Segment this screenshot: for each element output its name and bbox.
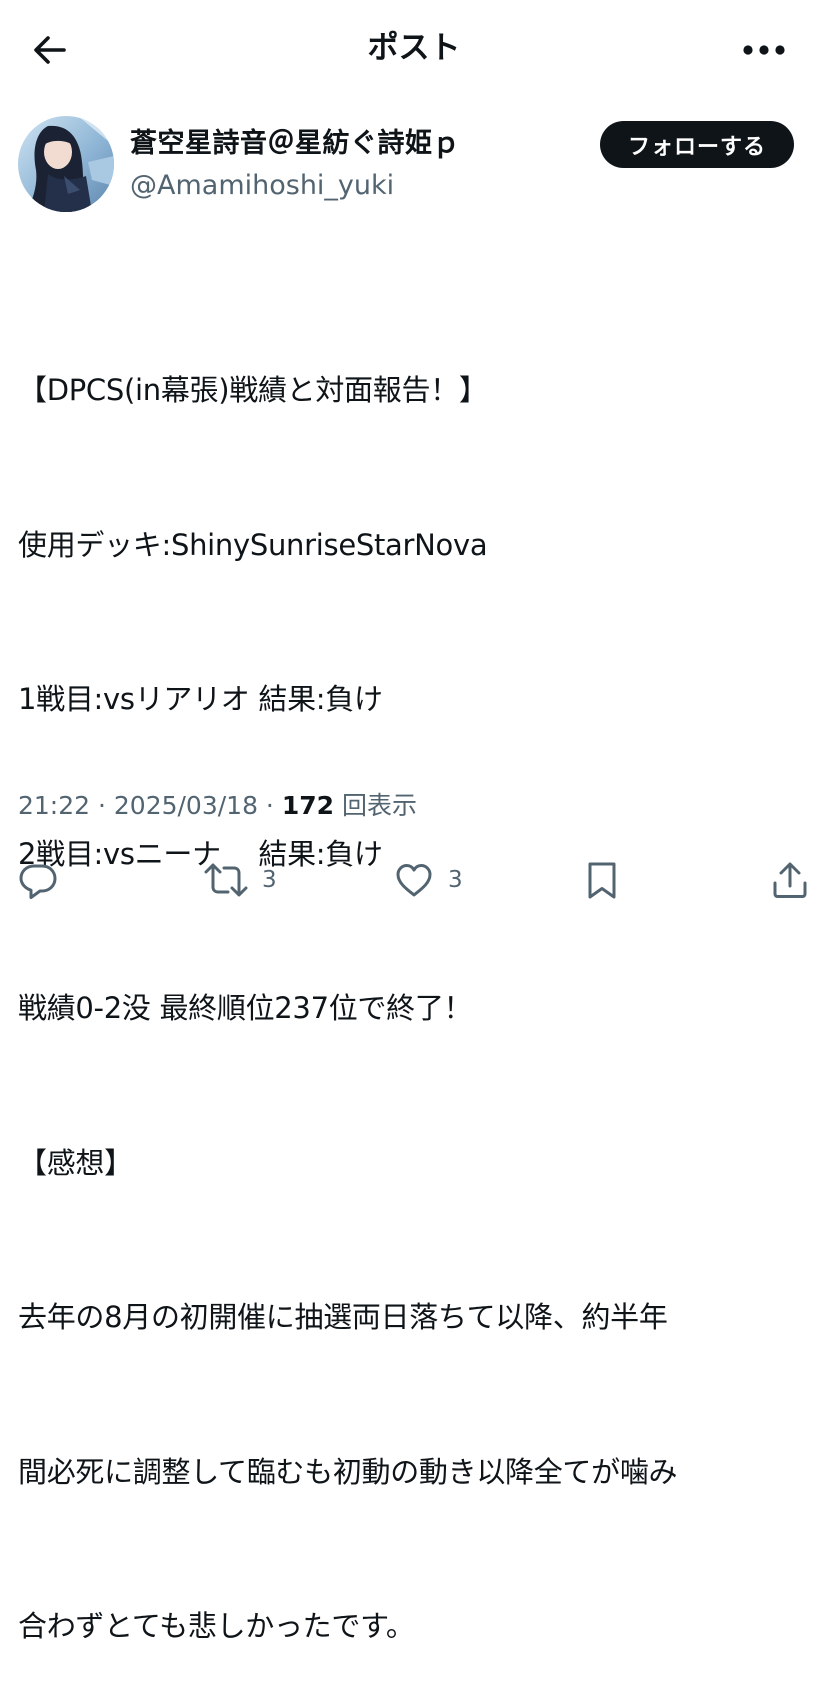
post-time[interactable]: 21:22 (18, 791, 90, 820)
share-button[interactable] (770, 850, 810, 910)
page-title: ポスト (367, 30, 461, 66)
more-horizontal-icon (742, 44, 786, 56)
reply-button[interactable] (18, 850, 72, 910)
post-line: 戦績0-2没 最終順位237位で終了！ (18, 991, 473, 1025)
repost-button[interactable]: 3 (204, 850, 277, 910)
author-handle[interactable]: @Amamihoshi_yuki (130, 166, 394, 206)
post-text: 【DPCS(in幕張)戦績と対面報告！】 使用デッキ:ShinySunriseS… (18, 262, 808, 1704)
post-line: 【感想】 (18, 1145, 133, 1180)
like-button[interactable]: 3 (394, 850, 463, 910)
repost-count: 3 (262, 867, 277, 893)
repost-icon (204, 860, 248, 900)
author-display-name[interactable]: 蒼空星詩音＠星紡ぐ詩姫ｐ (130, 124, 460, 164)
heart-icon (394, 860, 434, 900)
bookmark-button[interactable] (584, 850, 620, 910)
more-options-button[interactable] (734, 22, 794, 78)
reply-icon (18, 860, 58, 900)
avatar[interactable] (18, 116, 114, 212)
action-bar: 3 3 (0, 850, 828, 910)
post-line: 去年の8月の初開催に抽選両日落ちて以降、約半年 (18, 1300, 668, 1334)
post-line: 使用デッキ:ShinySunriseStarNova (18, 527, 488, 562)
post-line: 1戦目:vsリアリオ 結果:負け (18, 682, 383, 716)
top-bar: ポスト (0, 0, 828, 96)
views-count: 172 (281, 791, 335, 820)
follow-button[interactable]: フォローする (600, 121, 794, 168)
post-meta: 21:22 · 2025/03/18 · 172 回表示 (18, 786, 417, 826)
post-line: 【DPCS(in幕張)戦績と対面報告！】 (18, 373, 488, 407)
meta-separator: · (257, 791, 282, 820)
meta-separator: · (90, 791, 114, 820)
bookmark-icon (584, 860, 620, 900)
share-icon (770, 860, 810, 900)
post-line: 合わずとても悲しかったです。 (18, 1609, 415, 1643)
views-label: 回表示 (341, 791, 417, 820)
like-count: 3 (448, 867, 463, 893)
post-date[interactable]: 2025/03/18 (114, 791, 258, 820)
post-line: 間必死に調整して臨むも初動の動き以降全てが噛み (18, 1454, 678, 1489)
